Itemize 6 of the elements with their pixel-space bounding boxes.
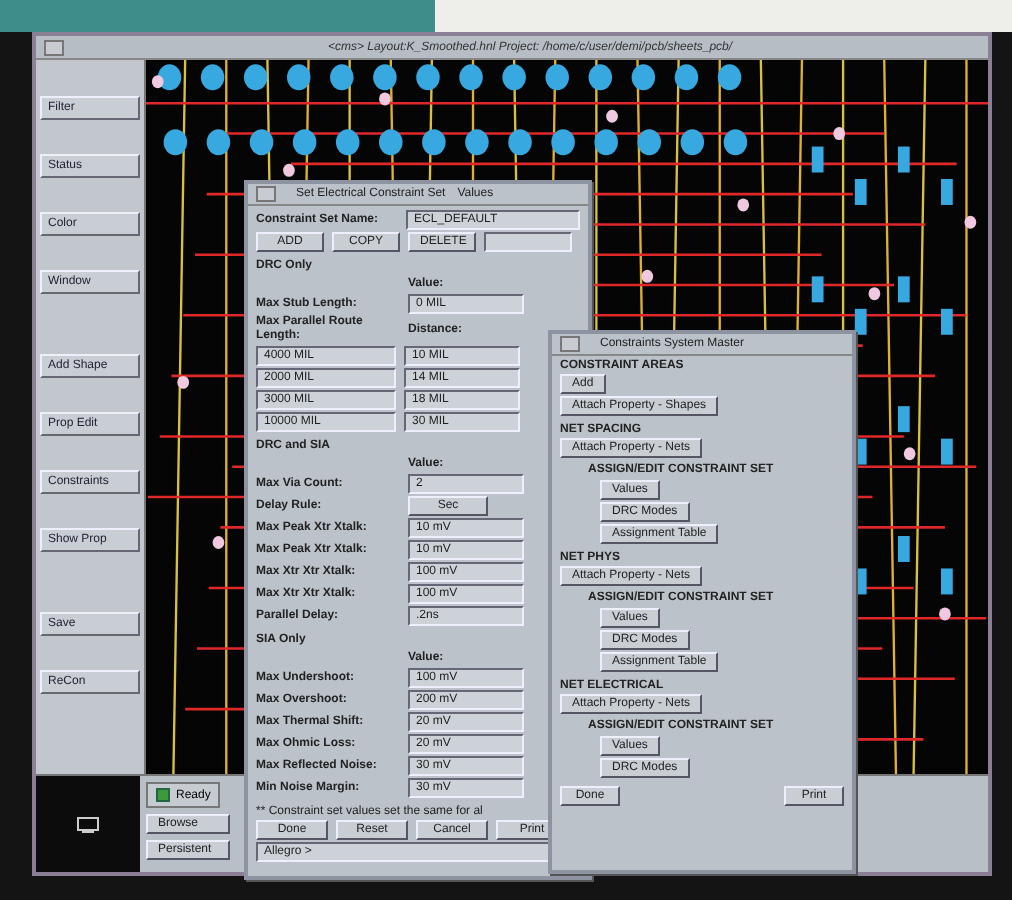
window-menu-icon[interactable]	[256, 186, 276, 202]
window-menu-icon[interactable]	[44, 39, 64, 55]
monitor-icon	[76, 815, 100, 833]
window-menu-icon[interactable]	[560, 336, 580, 352]
status-lamp-icon	[156, 788, 170, 802]
text-field[interactable]	[484, 232, 572, 252]
